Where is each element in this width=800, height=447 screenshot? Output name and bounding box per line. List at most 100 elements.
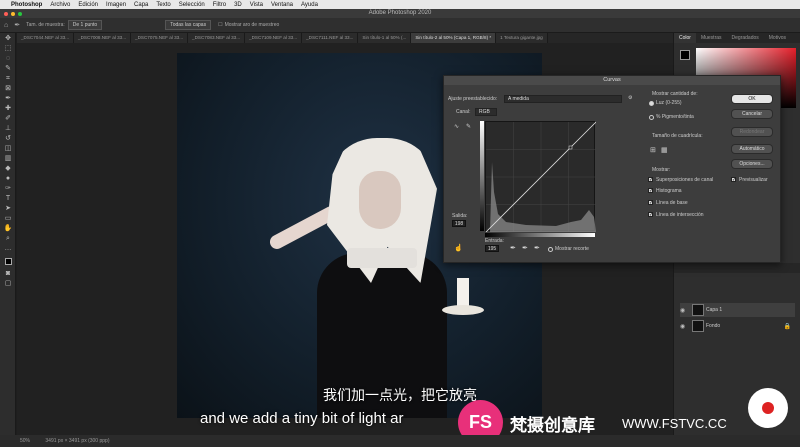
tab-degradados[interactable]: Degradados — [727, 33, 764, 43]
smooth-button[interactable]: Redondear — [731, 127, 773, 137]
lasso-tool-icon[interactable]: ◌ — [2, 54, 14, 63]
menu-texto[interactable]: Texto — [156, 2, 170, 8]
crop-tool-icon[interactable]: ⌗ — [2, 74, 14, 83]
layer-thumbnail — [692, 304, 704, 316]
ok-button[interactable]: OK — [731, 94, 773, 104]
layer-row[interactable]: ◉ Fondo 🔒 — [680, 319, 795, 333]
zoom-window-button[interactable] — [18, 12, 22, 16]
tab-document[interactable]: _DSC7008.NEF al 33... — [74, 33, 132, 43]
preview-checkbox[interactable]: ✓ — [731, 177, 736, 183]
channel-select[interactable]: RGB — [475, 108, 497, 116]
cancel-button[interactable]: Cancelar — [731, 109, 773, 119]
show-sampling-ring-checkbox[interactable]: ☐ — [218, 22, 222, 28]
menu-3d[interactable]: 3D — [234, 2, 242, 8]
color-swatches-icon[interactable] — [2, 254, 14, 268]
close-window-button[interactable] — [4, 12, 8, 16]
sample-size-label: Tam. de muestra: — [26, 22, 65, 28]
menu-app-name[interactable]: Photoshop — [11, 2, 42, 8]
healing-brush-icon[interactable]: ✚ — [2, 104, 14, 113]
tab-document[interactable]: _DSC7044.NEF al 33... — [17, 33, 75, 43]
path-select-icon[interactable]: ➤ — [2, 204, 14, 213]
simple-grid-icon[interactable]: ⊞ — [650, 146, 656, 154]
tab-document-active[interactable]: Sin título-2 al 50% (Capa 1, RGB/8) * — [411, 33, 497, 43]
channel-label: Canal: — [456, 109, 471, 115]
pen-tool-icon[interactable]: ✑ — [2, 184, 14, 193]
menu-seleccion[interactable]: Selección — [179, 2, 205, 8]
output-value-field[interactable]: 198 — [452, 220, 466, 227]
tab-document[interactable]: _DSC7111.NEF al 33... — [302, 33, 359, 43]
histogram-checkbox[interactable]: ✓ — [648, 188, 653, 194]
tab-color[interactable]: Color — [674, 33, 696, 43]
curve-point-tool-icon[interactable]: ∿ — [454, 123, 459, 130]
menu-filtro[interactable]: Filtro — [213, 2, 226, 8]
preview-label: Previsualizar — [739, 177, 768, 183]
eyedropper-icon[interactable]: ✒ — [2, 94, 14, 103]
detailed-grid-icon[interactable]: ▦ — [661, 146, 668, 154]
frame-tool-icon[interactable]: ⊠ — [2, 84, 14, 93]
type-tool-icon[interactable]: T — [2, 194, 14, 203]
auto-button[interactable]: Automático — [731, 144, 773, 154]
zoom-level[interactable]: 50% — [20, 438, 30, 444]
hand-tool-icon[interactable]: ✋ — [2, 224, 14, 233]
eye-icon[interactable]: ◉ — [680, 323, 688, 330]
input-label: Entrada: — [485, 238, 504, 244]
menu-ayuda[interactable]: Ayuda — [301, 2, 318, 8]
options-button[interactable]: Opciones... — [731, 159, 773, 169]
preset-select[interactable]: A medida — [504, 95, 622, 103]
tab-document[interactable]: _DSC7075.NEF al 33... — [131, 33, 189, 43]
move-tool-icon[interactable]: ✥ — [2, 34, 14, 43]
more-tools-icon[interactable]: … — [2, 244, 14, 253]
quick-select-tool-icon[interactable]: ✎ — [2, 64, 14, 73]
channel-overlays-checkbox[interactable]: ✓ — [648, 177, 653, 183]
black-point-eyedropper-icon[interactable]: ✒ — [510, 244, 516, 252]
pigment-radio[interactable] — [649, 115, 654, 120]
dodge-tool-icon[interactable]: ● — [2, 174, 14, 183]
eyedropper-tool-icon[interactable]: ✒ — [14, 21, 20, 29]
sample-select[interactable]: Todas las capas — [165, 20, 212, 30]
marquee-tool-icon[interactable]: ⬚ — [2, 44, 14, 53]
sample-size-select[interactable]: De 1 punto — [67, 20, 103, 30]
tab-motivos[interactable]: Motivos — [764, 33, 791, 43]
menu-archivo[interactable]: Archivo — [50, 2, 70, 8]
tab-document[interactable]: Sin título-1 al 50% (... — [358, 33, 412, 43]
tab-document[interactable]: _DSC7109.NEF al 33... — [245, 33, 303, 43]
intersection-line-checkbox[interactable]: ✓ — [648, 212, 653, 218]
show-clipping-checkbox[interactable] — [548, 247, 553, 252]
baseline-checkbox[interactable]: ✓ — [648, 200, 653, 206]
pencil-draw-icon[interactable]: ✎ — [466, 123, 471, 130]
intersection-line-label: Línea de intersección — [656, 212, 704, 218]
white-point-eyedropper-icon[interactable]: ✒ — [534, 244, 540, 252]
gradient-tool-icon[interactable]: ▥ — [2, 154, 14, 163]
menu-capa[interactable]: Capa — [134, 2, 148, 8]
watermark-brand-name: 梵摄创意库 — [510, 416, 595, 436]
curves-graph[interactable] — [485, 121, 597, 233]
layer-row[interactable]: ◉ Capa 1 — [680, 303, 795, 317]
curve-point[interactable] — [568, 145, 573, 150]
tab-document[interactable]: 1 Textura gigante.jpg — [496, 33, 548, 43]
menu-edicion[interactable]: Edición — [78, 2, 98, 8]
blur-tool-icon[interactable]: ◆ — [2, 164, 14, 173]
preset-gear-icon[interactable]: ⚙ — [628, 95, 632, 101]
menu-ventana[interactable]: Ventana — [271, 2, 293, 8]
menu-imagen[interactable]: Imagen — [106, 2, 126, 8]
tab-document[interactable]: _DSC7083.NEF al 33... — [188, 33, 246, 43]
light-radio[interactable] — [649, 101, 654, 106]
tab-muestras[interactable]: Muestras — [696, 33, 727, 43]
eraser-tool-icon[interactable]: ◫ — [2, 144, 14, 153]
minimize-window-button[interactable] — [11, 12, 15, 16]
foreground-color-swatch[interactable] — [680, 50, 690, 60]
shape-tool-icon[interactable]: ▭ — [2, 214, 14, 223]
eye-icon[interactable]: ◉ — [680, 307, 688, 314]
screen-mode-icon[interactable]: ▢ — [2, 279, 14, 288]
clone-stamp-icon[interactable]: ⊥ — [2, 124, 14, 133]
zoom-tool-icon[interactable]: ⌕ — [2, 234, 14, 243]
gray-point-eyedropper-icon[interactable]: ✒ — [522, 244, 528, 252]
target-adjust-icon[interactable]: ☝ — [454, 244, 463, 252]
history-brush-icon[interactable]: ↺ — [2, 134, 14, 143]
status-bar: 50% 3491 px × 3491 px (300 ppp) — [0, 435, 800, 447]
brush-tool-icon[interactable]: ✐ — [2, 114, 14, 123]
input-value-field[interactable]: 195 — [485, 245, 499, 252]
home-icon[interactable]: ⌂ — [4, 22, 8, 29]
quick-mask-icon[interactable]: ◙ — [2, 269, 14, 278]
menu-vista[interactable]: Vista — [250, 2, 263, 8]
